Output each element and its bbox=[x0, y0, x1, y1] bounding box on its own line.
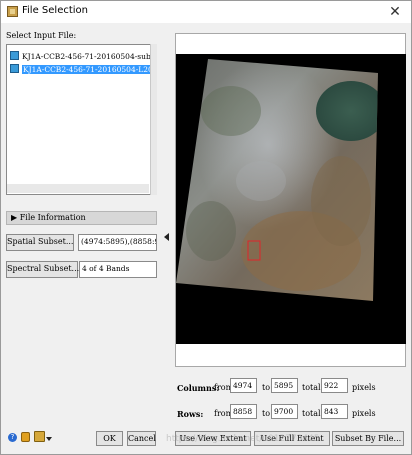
rows-unit-label: pixels bbox=[352, 409, 376, 418]
subset-by-file-button[interactable]: Subset By File... bbox=[332, 431, 404, 446]
columns-total-label: total bbox=[302, 383, 321, 392]
file-selection-dialog: File Selection ✕ Select Input File: KJ1A… bbox=[0, 0, 412, 455]
rows-total-field[interactable]: 843 bbox=[321, 404, 348, 419]
rows-to-label: to bbox=[262, 409, 271, 418]
help-icon[interactable]: ? bbox=[8, 433, 17, 442]
water-body bbox=[316, 81, 378, 141]
options-icon[interactable] bbox=[34, 431, 45, 442]
chevron-down-icon[interactable] bbox=[46, 437, 52, 441]
cancel-button[interactable]: Cancel bbox=[127, 431, 156, 446]
columns-to-field[interactable]: 5895 bbox=[271, 378, 298, 393]
columns-from-field[interactable]: 4974 bbox=[230, 378, 257, 393]
columns-label: Columns: bbox=[177, 383, 220, 393]
ok-button[interactable]: OK bbox=[96, 431, 123, 446]
rows-to-field[interactable]: 9700 bbox=[271, 404, 298, 419]
rows-from-field[interactable]: 8858 bbox=[230, 404, 257, 419]
lock-icon[interactable] bbox=[21, 432, 30, 442]
rows-label: Rows: bbox=[177, 409, 204, 419]
columns-to-label: to bbox=[262, 383, 271, 392]
watermark-text: https://blog.csdn.net/u012773445 bbox=[166, 434, 320, 444]
rows-total-label: total bbox=[302, 409, 321, 418]
columns-unit-label: pixels bbox=[352, 383, 376, 392]
columns-total-field[interactable]: 922 bbox=[321, 378, 348, 393]
